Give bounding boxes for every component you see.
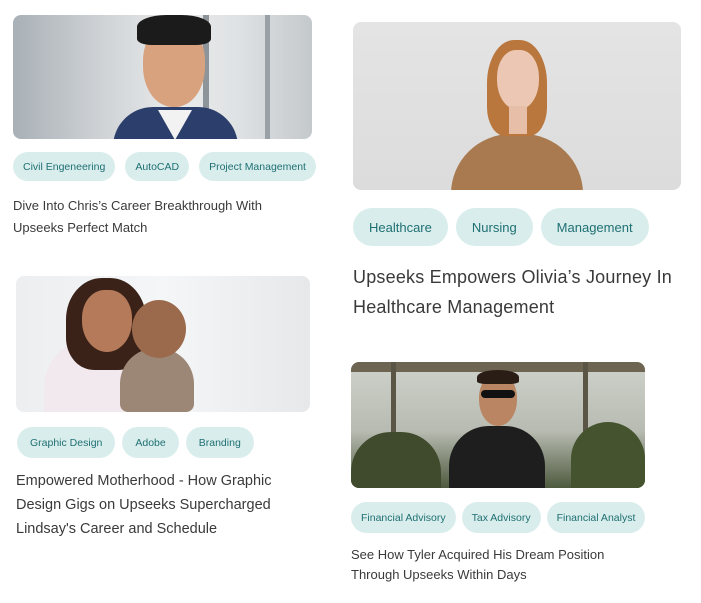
baby-face: [132, 300, 186, 358]
story-photo-lindsay[interactable]: [16, 276, 310, 412]
person-sweater: [451, 134, 583, 190]
story-title[interactable]: Dive Into Chris’s Career Breakthrough Wi…: [13, 195, 303, 239]
person-face: [82, 290, 132, 352]
story-title[interactable]: Upseeks Empowers Olivia’s Journey In Hea…: [353, 262, 693, 322]
sunglasses-icon: [481, 390, 515, 398]
tag-chip[interactable]: Branding: [185, 427, 254, 458]
tag-list: Graphic Design Adobe Branding: [17, 427, 261, 458]
tag-chip[interactable]: Healthcare: [353, 208, 448, 246]
tag-list: Civil Engeneering AutoCAD Project Manage…: [13, 152, 326, 181]
person-shirt: [449, 426, 545, 488]
story-photo-chris[interactable]: [13, 15, 312, 139]
story-title[interactable]: See How Tyler Acquired His Dream Positio…: [351, 545, 651, 585]
plant: [571, 422, 645, 488]
tag-chip[interactable]: Project Management: [199, 152, 316, 181]
tag-chip[interactable]: Financial Analyst: [546, 502, 646, 533]
person-hair: [137, 15, 211, 45]
tag-chip[interactable]: Graphic Design: [17, 427, 116, 458]
tag-chip[interactable]: AutoCAD: [125, 152, 190, 181]
person-hair: [477, 370, 519, 384]
window-frame: [265, 15, 270, 139]
tag-list: Healthcare Nursing Management: [353, 208, 657, 246]
person-face: [497, 50, 539, 110]
person-neck: [509, 106, 527, 134]
tag-chip[interactable]: Adobe: [122, 427, 179, 458]
tag-chip[interactable]: Financial Advisory: [351, 502, 456, 533]
story-photo-tyler[interactable]: [351, 362, 645, 488]
tag-list: Financial Advisory Tax Advisory Financia…: [351, 502, 651, 533]
tag-chip[interactable]: Civil Engeneering: [13, 152, 116, 181]
tag-chip[interactable]: Tax Advisory: [461, 502, 541, 533]
story-photo-olivia[interactable]: [353, 22, 681, 190]
tag-chip[interactable]: Management: [540, 208, 649, 246]
story-title[interactable]: Empowered Motherhood - How Graphic Desig…: [16, 469, 316, 541]
tag-chip[interactable]: Nursing: [455, 208, 533, 246]
plant: [351, 432, 441, 488]
